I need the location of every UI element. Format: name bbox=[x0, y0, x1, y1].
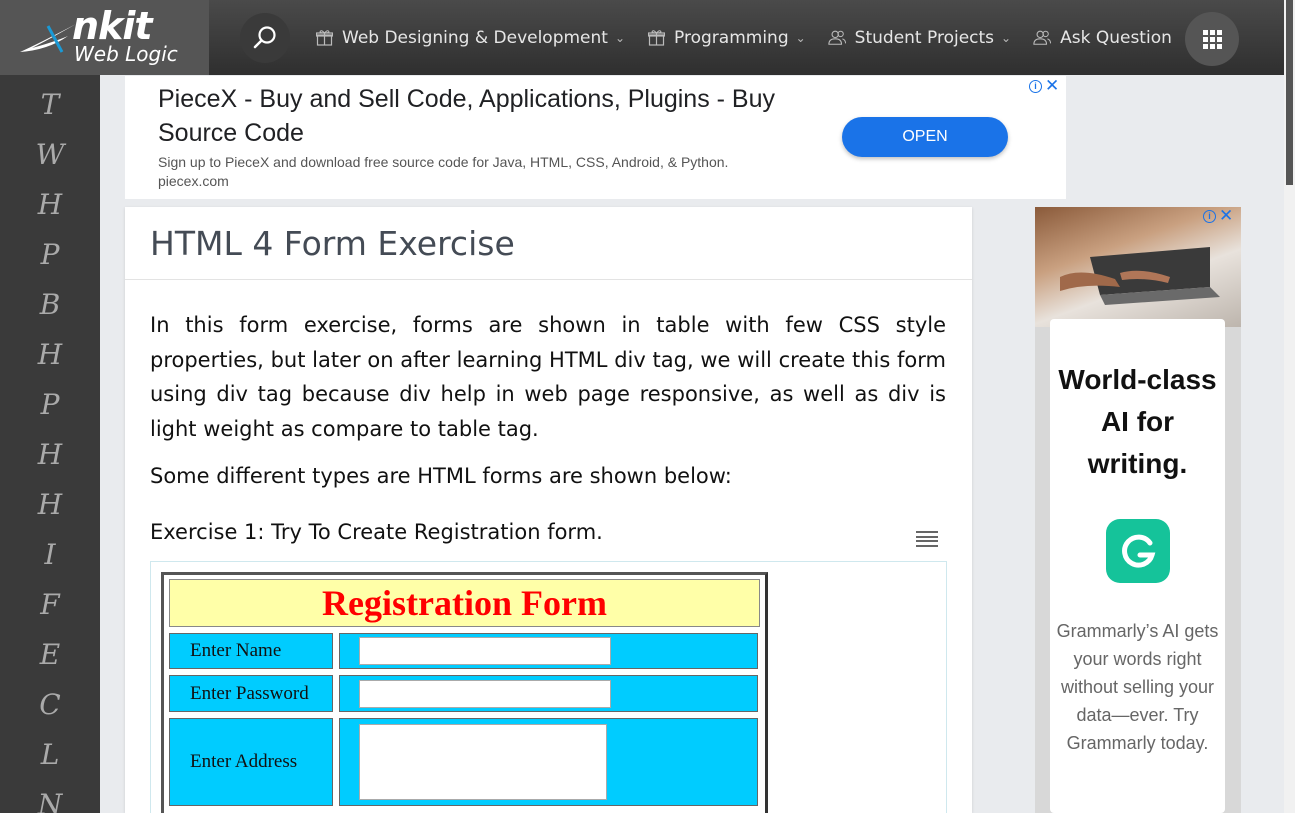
ad-choices[interactable]: i ✕ bbox=[1029, 77, 1059, 94]
grid-dot bbox=[1216, 36, 1222, 42]
name-input[interactable] bbox=[359, 637, 611, 665]
chevron-down-icon: ⌄ bbox=[614, 30, 626, 45]
laptop-image bbox=[1060, 247, 1220, 305]
menu-item-student-projects[interactable]: Student Projects ⌄ bbox=[828, 28, 1011, 48]
ad-choices[interactable]: i ✕ bbox=[1203, 207, 1233, 224]
password-cell bbox=[339, 675, 758, 712]
gift-icon bbox=[647, 29, 665, 47]
sidebar-letter[interactable]: L bbox=[0, 725, 100, 775]
password-label: Enter Password bbox=[169, 675, 333, 712]
line bbox=[916, 535, 938, 538]
page-scrollbar[interactable] bbox=[1284, 0, 1295, 813]
main-menu: Web Designing & Development ⌄ Programmin… bbox=[315, 0, 1194, 75]
page-title: HTML 4 Form Exercise bbox=[150, 224, 515, 263]
sidebar-letter[interactable]: H bbox=[0, 425, 100, 475]
info-icon[interactable]: i bbox=[1029, 79, 1042, 93]
ad-body: Grammarly’s AI gets your words right wit… bbox=[1056, 621, 1219, 753]
menu-item-label: Ask Question bbox=[1060, 27, 1172, 48]
exercise-label: Exercise 1: Try To Create Registration f… bbox=[150, 520, 603, 544]
ad-panel: World-class AI for writing. Grammarly’s … bbox=[1050, 319, 1225, 813]
logo-subtitle: Web Logic bbox=[74, 42, 178, 66]
sidebar-letter[interactable]: E bbox=[0, 625, 100, 675]
name-cell bbox=[339, 633, 758, 669]
exercise-demo-frame: Registration Form Enter Name Enter Passw… bbox=[150, 561, 947, 813]
sidebar-letter[interactable]: I bbox=[0, 525, 100, 575]
menu-item-label: Web Designing & Development bbox=[342, 27, 608, 48]
menu-item-web-designing[interactable]: Web Designing & Development ⌄ bbox=[315, 28, 625, 48]
menu-item-programming[interactable]: Programming ⌄ bbox=[647, 28, 806, 48]
menu-item-label: Programming bbox=[674, 27, 789, 48]
address-row: Enter Address bbox=[169, 718, 760, 806]
ad-open-button[interactable]: OPEN bbox=[842, 117, 1008, 157]
grid-dot bbox=[1202, 29, 1208, 35]
site-logo[interactable]: nkit Web Logic bbox=[0, 0, 209, 75]
sidebar-letter[interactable]: B bbox=[0, 275, 100, 325]
ad-description: Sign up to PieceX and download free sour… bbox=[158, 154, 729, 170]
menu-item-label: Student Projects bbox=[854, 27, 995, 48]
search-button[interactable] bbox=[240, 13, 290, 63]
sidebar-letter[interactable]: T bbox=[0, 75, 100, 125]
top-navbar: nkit Web Logic Web Designing & Developme… bbox=[0, 0, 1284, 75]
scrollbar-thumb[interactable] bbox=[1286, 0, 1293, 185]
sidebar-letter[interactable]: P bbox=[0, 225, 100, 275]
ad-photo bbox=[1035, 207, 1241, 327]
users-icon bbox=[1033, 29, 1052, 47]
divider bbox=[125, 279, 972, 280]
line bbox=[916, 531, 938, 533]
ad-headline: World-class AI for writing. bbox=[1058, 364, 1217, 479]
address-cell bbox=[339, 718, 758, 806]
sidebar-letter[interactable]: H bbox=[0, 325, 100, 375]
grid-dot bbox=[1209, 43, 1215, 49]
apps-grid-button[interactable] bbox=[1185, 12, 1239, 66]
registration-form-title: Registration Form bbox=[169, 579, 760, 627]
password-row: Enter Password bbox=[169, 675, 760, 712]
menu-item-ask-question[interactable]: Ask Question bbox=[1033, 28, 1172, 48]
sidebar-letter[interactable]: W bbox=[0, 125, 100, 175]
grid-dot bbox=[1216, 43, 1222, 49]
chevron-down-icon: ⌄ bbox=[1001, 30, 1012, 45]
name-row: Enter Name bbox=[169, 633, 760, 669]
close-icon[interactable]: ✕ bbox=[1045, 77, 1059, 94]
grid-dot bbox=[1209, 29, 1215, 35]
sidebar-letter[interactable]: C bbox=[0, 675, 100, 725]
line bbox=[916, 540, 938, 543]
grammarly-logo-icon bbox=[1106, 519, 1170, 583]
ad-title[interactable]: PieceX - Buy and Sell Code, Applications… bbox=[158, 82, 838, 150]
side-ad[interactable]: i ✕ World-class AI for writing. Grammarl… bbox=[1035, 207, 1241, 813]
forms-paragraph: Some different types are HTML forms are … bbox=[150, 464, 732, 488]
intro-paragraph: In this form exercise, forms are shown i… bbox=[150, 313, 946, 441]
registration-form-table: Registration Form Enter Name Enter Passw… bbox=[161, 572, 768, 813]
sidebar-letter[interactable]: H bbox=[0, 475, 100, 525]
address-textarea[interactable] bbox=[359, 724, 607, 800]
logo-swoosh-icon bbox=[20, 24, 76, 53]
sidebar-letter[interactable]: P bbox=[0, 375, 100, 425]
article-card: HTML 4 Form Exercise In this form exerci… bbox=[125, 207, 972, 813]
info-icon[interactable]: i bbox=[1203, 209, 1216, 223]
grid-dot bbox=[1209, 36, 1215, 42]
users-icon bbox=[828, 29, 846, 47]
name-label: Enter Name bbox=[169, 633, 333, 669]
search-icon bbox=[253, 26, 276, 49]
sidebar-letter[interactable]: N bbox=[0, 775, 100, 813]
grid-dot bbox=[1202, 43, 1208, 49]
top-banner-ad[interactable]: PieceX - Buy and Sell Code, Applications… bbox=[125, 76, 1066, 199]
grid-dot bbox=[1202, 36, 1208, 42]
menu-lines-icon[interactable] bbox=[916, 531, 938, 547]
sidebar-letter[interactable]: H bbox=[0, 175, 100, 225]
letter-sidebar: T W H P B H P H H I F E C L N bbox=[0, 75, 100, 813]
address-label: Enter Address bbox=[169, 718, 333, 806]
sidebar-letter[interactable]: F bbox=[0, 575, 100, 625]
password-input[interactable] bbox=[359, 679, 611, 708]
close-icon[interactable]: ✕ bbox=[1219, 207, 1233, 224]
gift-icon bbox=[315, 29, 333, 47]
chevron-down-icon: ⌄ bbox=[795, 30, 806, 45]
line bbox=[916, 544, 938, 547]
ad-url[interactable]: piecex.com bbox=[158, 173, 229, 189]
grid-dot bbox=[1216, 29, 1222, 35]
